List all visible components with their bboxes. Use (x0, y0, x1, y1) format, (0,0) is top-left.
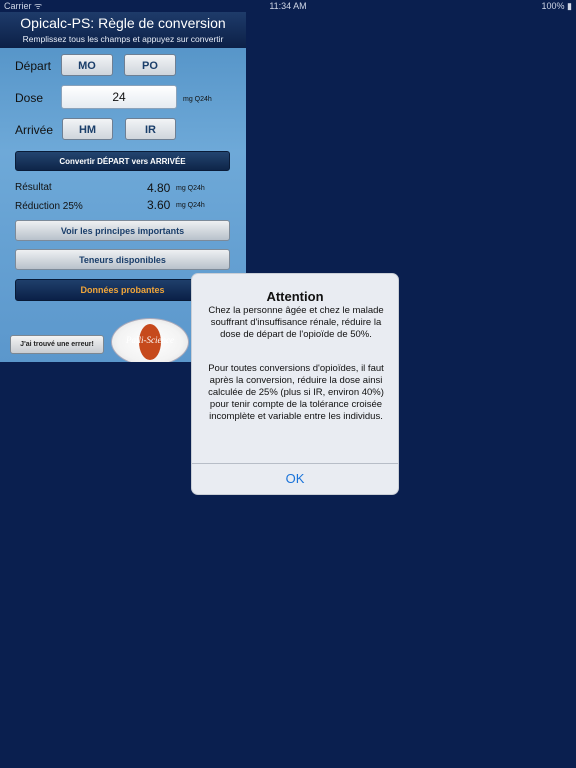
teneurs-button[interactable]: Teneurs disponibles (15, 249, 230, 270)
logo-text: Palli-Science (126, 335, 174, 345)
clock: 11:34 AM (269, 1, 307, 11)
title-bar: Opicalc-PS: Règle de conversion Rempliss… (0, 12, 246, 48)
resultat-unit: mg Q24h (176, 185, 205, 192)
palli-science-logo[interactable]: Palli-Science (111, 318, 189, 362)
alert-paragraph-2: Pour toutes conversions d'opioïdes, il f… (208, 363, 384, 422)
reduction-value: 3.60 (147, 198, 171, 212)
battery-indicator: 100% ▮ (541, 1, 572, 11)
resultat-label: Résultat (15, 182, 52, 193)
depart-label: Départ (15, 59, 52, 73)
page-subtitle: Remplissez tous les champs et appuyez su… (22, 34, 224, 44)
dose-unit: mg Q24h (183, 96, 212, 103)
dose-input[interactable]: 24 (61, 85, 177, 109)
alert-paragraph-1: Chez la personne âgée et chez le malade … (208, 305, 384, 340)
convert-button[interactable]: Convertir DÉPART vers ARRIVÉE (15, 151, 230, 171)
attention-alert: Attention Chez la personne âgée et chez … (191, 273, 399, 495)
arrivee-hm-button[interactable]: HM (62, 118, 113, 140)
dose-label: Dose (15, 91, 44, 105)
depart-mo-button[interactable]: MO (61, 54, 113, 76)
alert-ok-button[interactable]: OK (192, 464, 398, 494)
reduction-label: Réduction 25% (15, 201, 83, 212)
page-title: Opicalc-PS: Règle de conversion (20, 15, 226, 31)
arrivee-ir-button[interactable]: IR (125, 118, 176, 140)
resultat-value: 4.80 (147, 181, 171, 195)
status-bar: Carrier ᯤ 11:34 AM 100% ▮ (0, 0, 576, 12)
alert-title: Attention (266, 289, 324, 304)
report-error-button[interactable]: J'ai trouvé une erreur! (10, 335, 104, 354)
reduction-unit: mg Q24h (176, 202, 205, 209)
arrivee-label: Arrivée (15, 123, 54, 137)
alert-message: Chez la personne âgée et chez le malade … (202, 305, 390, 445)
depart-po-button[interactable]: PO (124, 54, 176, 76)
principes-button[interactable]: Voir les principes importants (15, 220, 230, 241)
